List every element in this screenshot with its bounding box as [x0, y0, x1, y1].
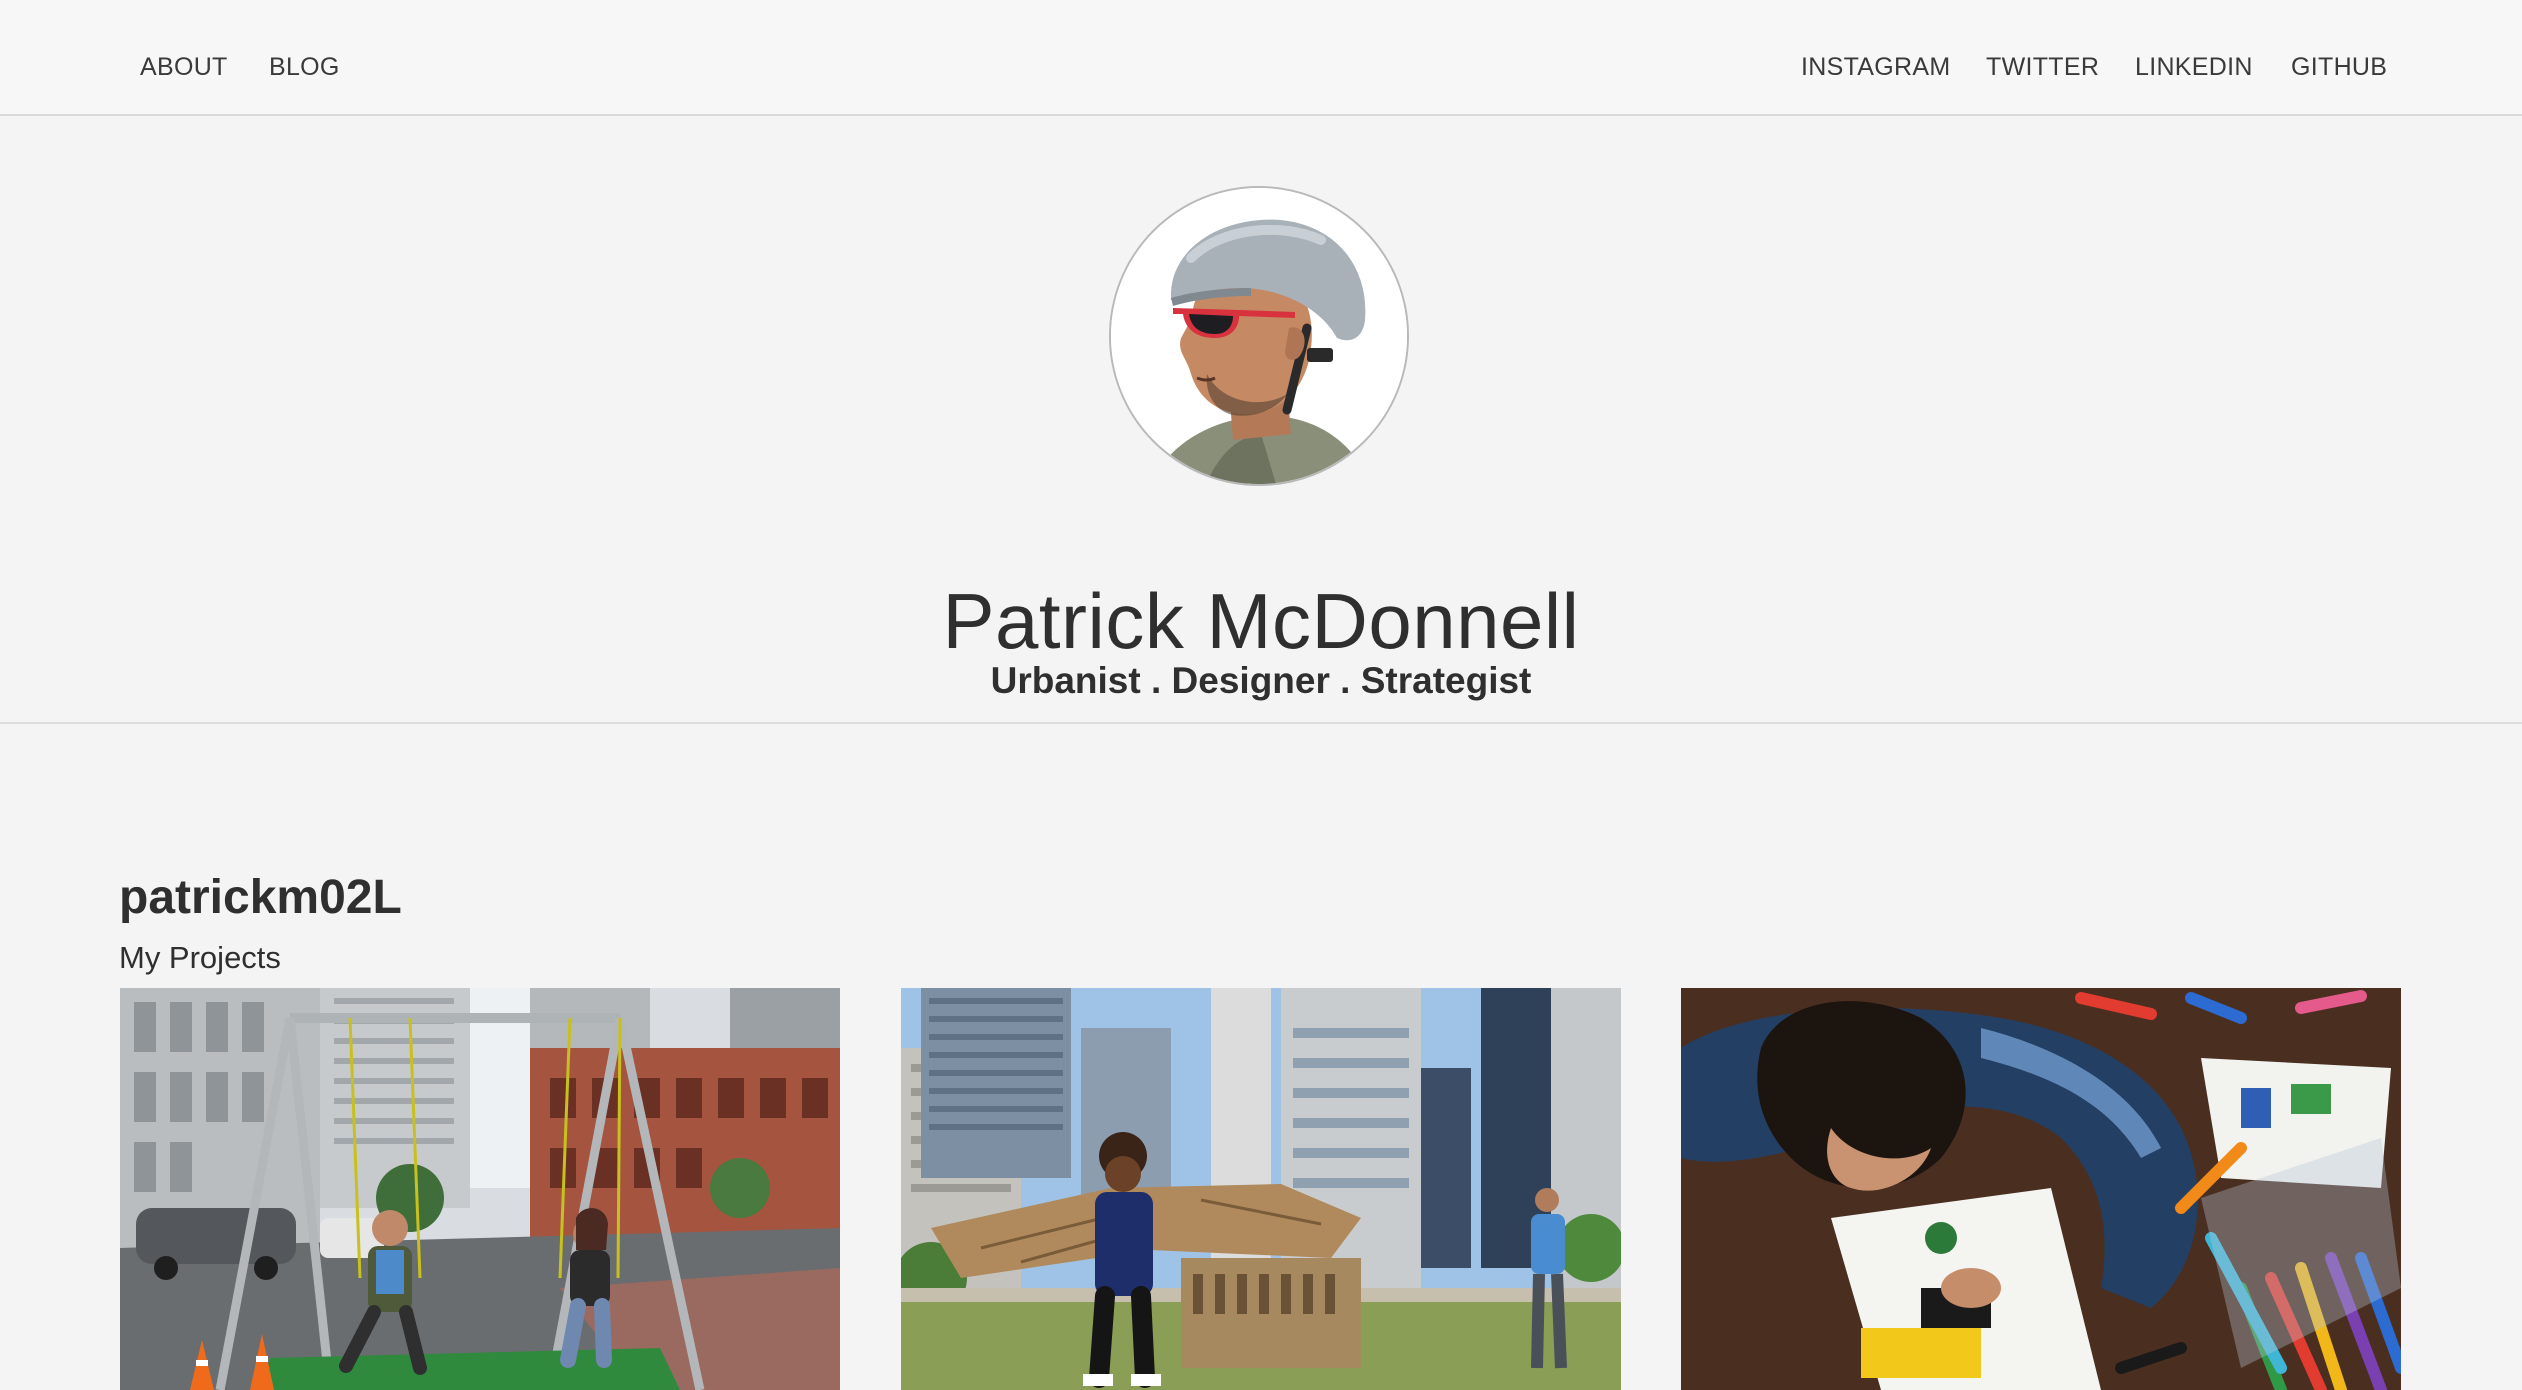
nav-github-link[interactable]: GITHUB — [2291, 52, 2387, 82]
project-card-cardboard-wings[interactable] — [901, 988, 1621, 1390]
hero-section: Patrick McDonnell Urbanist . Designer . … — [0, 116, 2522, 724]
nav-linkedin-link[interactable]: LINKEDIN — [2135, 52, 2253, 82]
project-card-drawing-markers[interactable] — [1681, 988, 2401, 1390]
projects-username-heading: patrickm02L — [119, 870, 402, 924]
nav-blog-link[interactable]: BLOG — [269, 52, 340, 82]
project-card-swing-set[interactable] — [120, 988, 840, 1390]
top-navigation: ABOUT BLOG INSTAGRAM TWITTER LINKEDIN GI… — [0, 0, 2522, 116]
hero-tagline: Urbanist . Designer . Strategist — [990, 660, 1532, 701]
cardboard-wings-plaza-image — [901, 988, 1621, 1390]
swing-set-street-image — [120, 988, 840, 1390]
nav-about-link[interactable]: ABOUT — [140, 52, 228, 82]
avatar-portrait-image — [1111, 188, 1407, 484]
projects-subheading: My Projects — [119, 940, 281, 975]
avatar — [1109, 186, 1409, 486]
nav-instagram-link[interactable]: INSTAGRAM — [1801, 52, 1950, 82]
child-drawing-markers-image — [1681, 988, 2401, 1390]
page-title: Patrick McDonnell — [942, 577, 1580, 666]
nav-twitter-link[interactable]: TWITTER — [1986, 52, 2099, 82]
